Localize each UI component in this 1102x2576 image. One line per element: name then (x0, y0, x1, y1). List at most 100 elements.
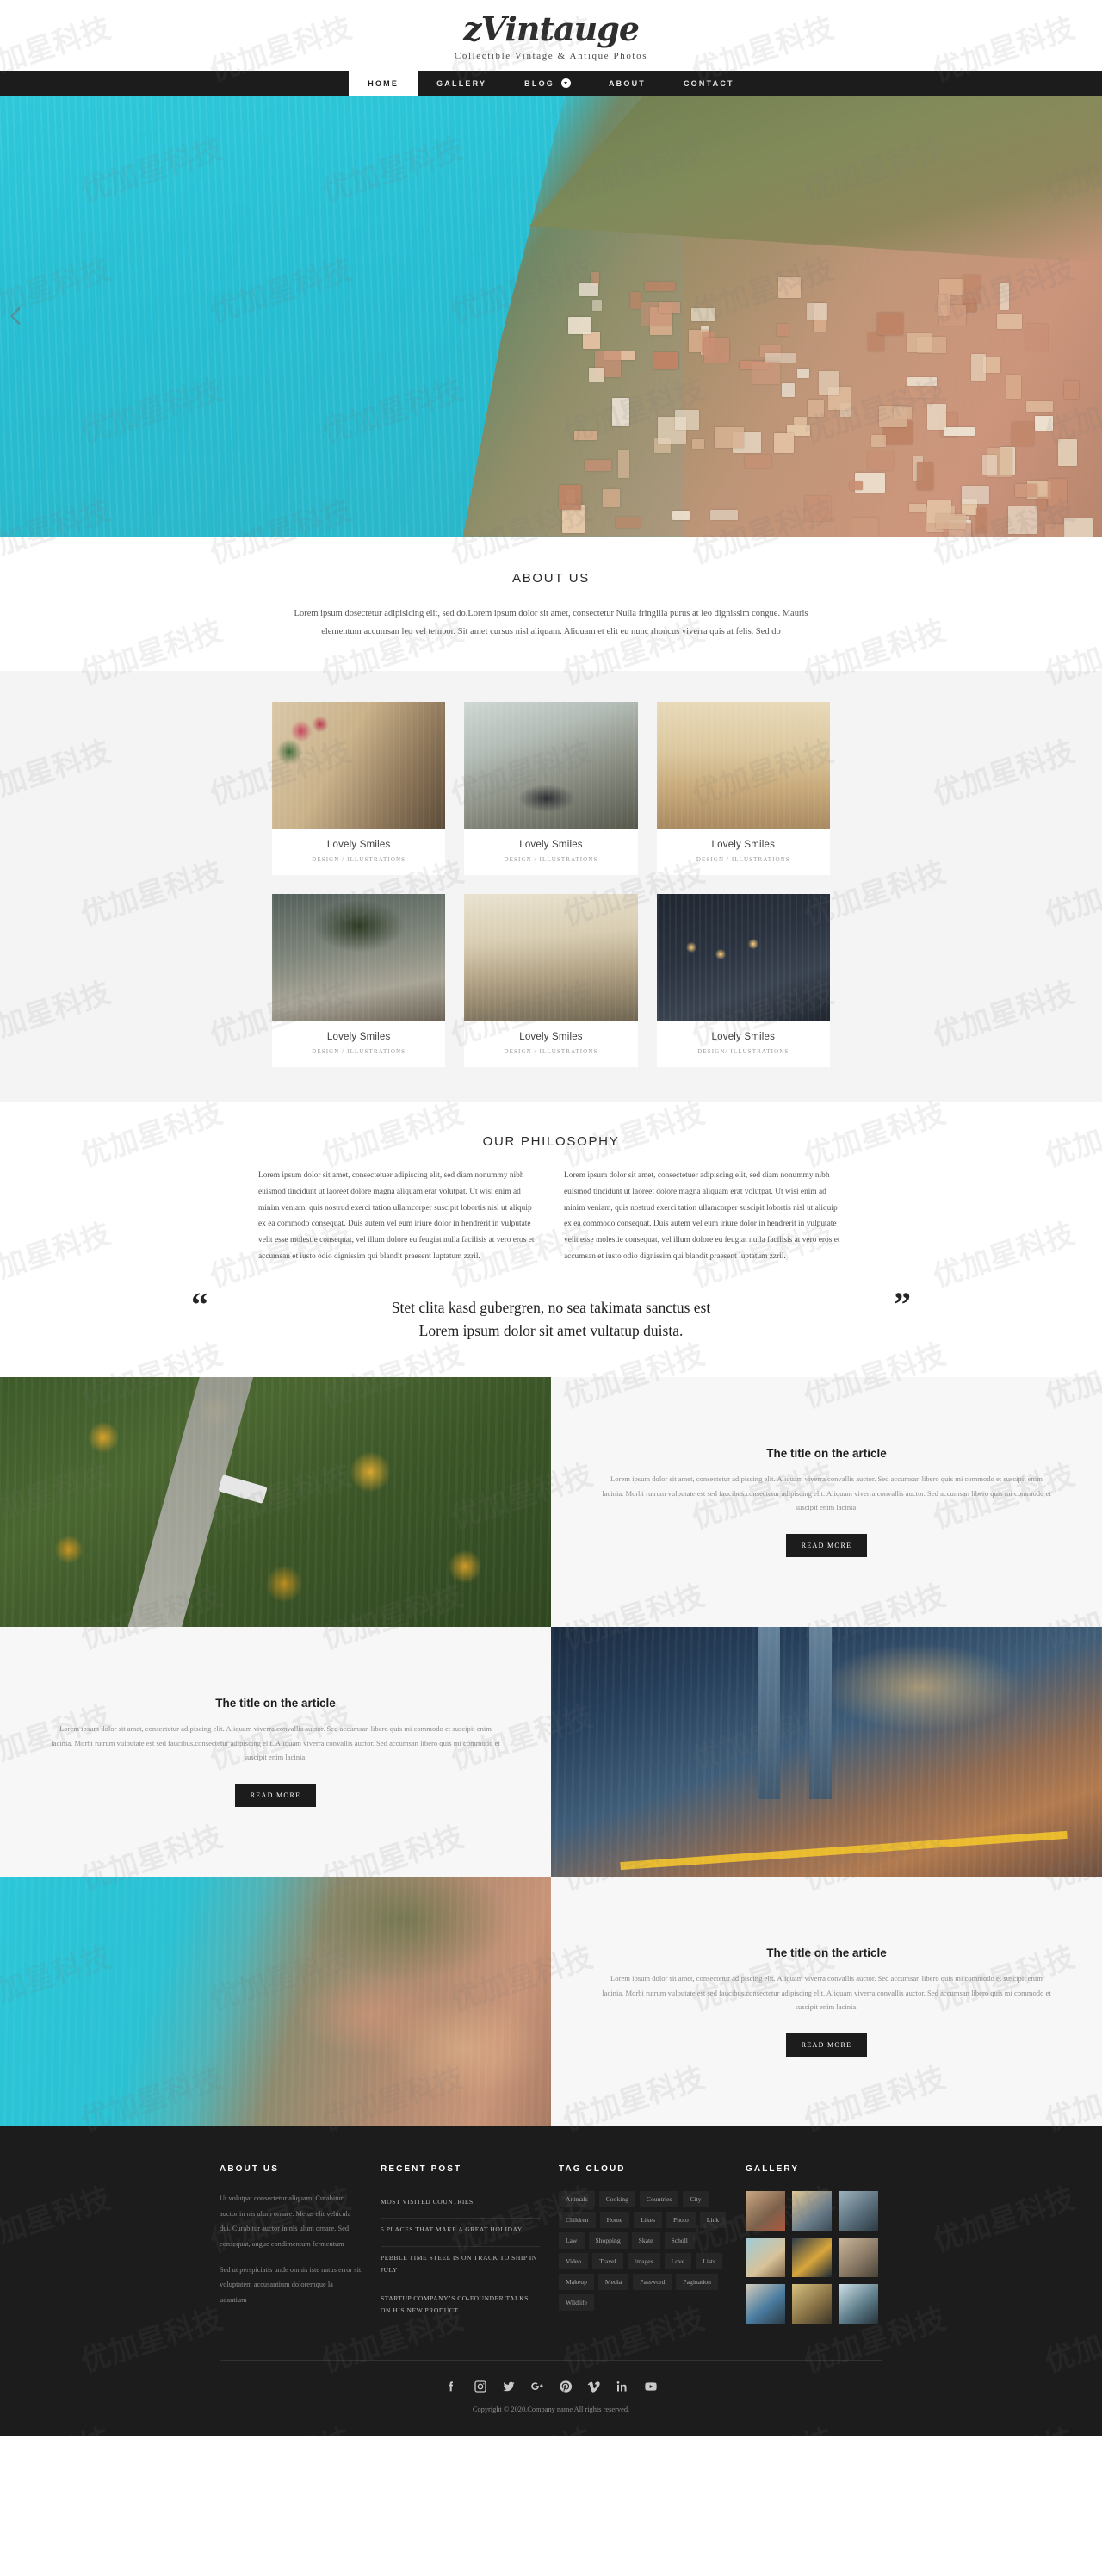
article-image[interactable] (551, 1627, 1102, 1878)
tag-item[interactable]: City (683, 2191, 709, 2208)
tag-item[interactable]: Pagination (676, 2274, 718, 2291)
chevron-down-icon[interactable] (560, 78, 571, 89)
read-more-button[interactable]: READ MORE (234, 1784, 317, 1808)
road-vehicle (218, 1474, 268, 1505)
hero-house (781, 383, 796, 397)
tag-item[interactable]: Love (664, 2253, 692, 2270)
read-more-button[interactable]: READ MORE (785, 1534, 868, 1558)
gallery-card-subtitle: DESIGN / ILLUSTRATIONS (696, 855, 790, 863)
article-body: Lorem ipsum dolor sit amet, consectetur … (602, 1474, 1051, 1512)
thumb-6[interactable] (839, 2238, 878, 2278)
hero-house (876, 312, 903, 336)
tag-item[interactable]: Makeup (559, 2274, 594, 2291)
recent-post-link[interactable]: STARTUP COMPANY’S CO-FOUNDER TALKS ON HI… (381, 2287, 540, 2327)
twitter-icon[interactable] (502, 2380, 516, 2393)
footer-about-heading: ABOUT US (220, 2164, 280, 2175)
tag-item[interactable]: Cooking (598, 2191, 635, 2208)
tag-item[interactable]: Shopping (588, 2232, 628, 2250)
hero-house (618, 450, 630, 478)
site-logo[interactable]: zVintauge (0, 12, 1102, 47)
gallery-card[interactable]: Lovely Smiles DESIGN / ILLUSTRATIONS (464, 701, 638, 875)
hero-house (691, 438, 705, 449)
article-image[interactable] (0, 1377, 551, 1628)
tag-item[interactable]: Children (559, 2212, 596, 2229)
google-plus-icon[interactable] (530, 2380, 544, 2393)
tag-item[interactable]: Law (559, 2232, 585, 2250)
thumb-7[interactable] (746, 2284, 785, 2325)
recent-post-link[interactable]: 5 PLACES THAT MAKE A GREAT HOLIDAY (381, 2219, 540, 2247)
site-tagline: Collectible Vintage & Antique Photos (454, 50, 648, 61)
recent-post-link[interactable]: MOST VISITED COUNTRIES (381, 2191, 540, 2219)
thumb-2[interactable] (792, 2191, 832, 2231)
gallery-card-title: Lovely Smiles (326, 839, 391, 850)
gallery-card-image[interactable] (656, 701, 830, 829)
thumb-4[interactable] (746, 2238, 785, 2278)
hero-house (752, 361, 781, 384)
thumb-9[interactable] (839, 2284, 878, 2325)
thumb-1[interactable] (746, 2191, 785, 2231)
gallery-card[interactable]: Lovely Smiles DESIGN / ILLUSTRATIONS (272, 701, 446, 875)
nav-item-blog[interactable]: BLOG (505, 71, 590, 96)
tag-item[interactable]: Link (699, 2212, 727, 2229)
linkedin-icon[interactable] (616, 2380, 629, 2393)
tag-item[interactable]: Password (633, 2274, 672, 2291)
tag-item[interactable]: Media (597, 2274, 629, 2291)
hero-house (793, 416, 808, 425)
tag-item[interactable]: Video (559, 2253, 589, 2270)
vimeo-icon[interactable] (587, 2380, 601, 2393)
gallery-card-title: Lovely Smiles (519, 1031, 583, 1042)
tag-item[interactable]: Lists (696, 2253, 722, 2270)
nav-item-about[interactable]: ABOUT (590, 71, 665, 96)
hero-house (806, 303, 827, 320)
gallery-card-image[interactable] (656, 893, 830, 1021)
nav-item-label: ABOUT (608, 78, 646, 88)
tag-item[interactable]: Images (627, 2253, 660, 2270)
gallery-card-image[interactable] (272, 893, 446, 1021)
tag-item[interactable]: Travel (592, 2253, 623, 2270)
hero-house (938, 295, 950, 317)
gallery-card-image[interactable] (464, 893, 638, 1021)
gallery-card-image[interactable] (464, 701, 638, 829)
thumb-3[interactable] (839, 2191, 878, 2231)
gallery-card[interactable]: Lovely Smiles DESIGN / ILLUSTRATIONS (272, 893, 446, 1067)
tag-item[interactable]: Wildlife (559, 2294, 594, 2312)
article-body: Lorem ipsum dolor sit amet, consectetur … (602, 1973, 1051, 2012)
gallery-card[interactable]: Lovely Smiles DESIGN / ILLUSTRATIONS (656, 701, 830, 875)
hero-house (849, 481, 863, 490)
gallery-card-image[interactable] (272, 701, 446, 829)
tag-item[interactable]: Photo (666, 2212, 696, 2229)
thumb-8[interactable] (792, 2284, 832, 2325)
gallery-card[interactable]: Lovely Smiles DESIGN / ILLUSTRATIONS (464, 893, 638, 1067)
read-more-button[interactable]: READ MORE (785, 2033, 868, 2058)
hero-house (585, 459, 612, 472)
hero-house (774, 432, 795, 453)
footer-about: ABOUT US Ut volutpat consectetur aliquam… (220, 2164, 362, 2327)
youtube-icon[interactable] (644, 2380, 658, 2393)
tag-item[interactable]: Animals (559, 2191, 595, 2208)
facebook-icon[interactable] (445, 2380, 459, 2393)
nav-item-gallery[interactable]: GALLERY (418, 71, 505, 96)
hero-house (997, 313, 1022, 329)
hero-house (926, 403, 947, 430)
hero-house (612, 398, 629, 426)
tag-item[interactable]: Home (599, 2212, 630, 2229)
hero-house (1064, 381, 1079, 400)
hero-house (674, 410, 700, 431)
nav-item-home[interactable]: HOME (349, 71, 418, 96)
tag-item[interactable]: Countries (639, 2191, 679, 2208)
tag-item[interactable]: Likes (634, 2212, 663, 2229)
thumb-5[interactable] (792, 2238, 832, 2278)
recent-post-link[interactable]: PEBBLE TIME STEEL IS ON TRACK TO SHIP IN… (381, 2247, 540, 2287)
gallery-card[interactable]: Lovely Smiles DESIGN/ ILLUSTRATIONS (656, 893, 830, 1067)
hero-house (653, 352, 679, 370)
chevron-left-icon[interactable] (5, 305, 28, 327)
hero-house (714, 426, 745, 448)
pinterest-icon[interactable] (559, 2380, 573, 2393)
hero-house (868, 332, 885, 352)
tag-item[interactable]: Skate (631, 2232, 660, 2250)
nav-item-contact[interactable]: CONTACT (665, 71, 753, 96)
hero-house (704, 338, 729, 363)
article-image[interactable] (0, 1877, 551, 2127)
tag-item[interactable]: Scholl (664, 2232, 695, 2250)
instagram-icon[interactable] (474, 2380, 487, 2393)
